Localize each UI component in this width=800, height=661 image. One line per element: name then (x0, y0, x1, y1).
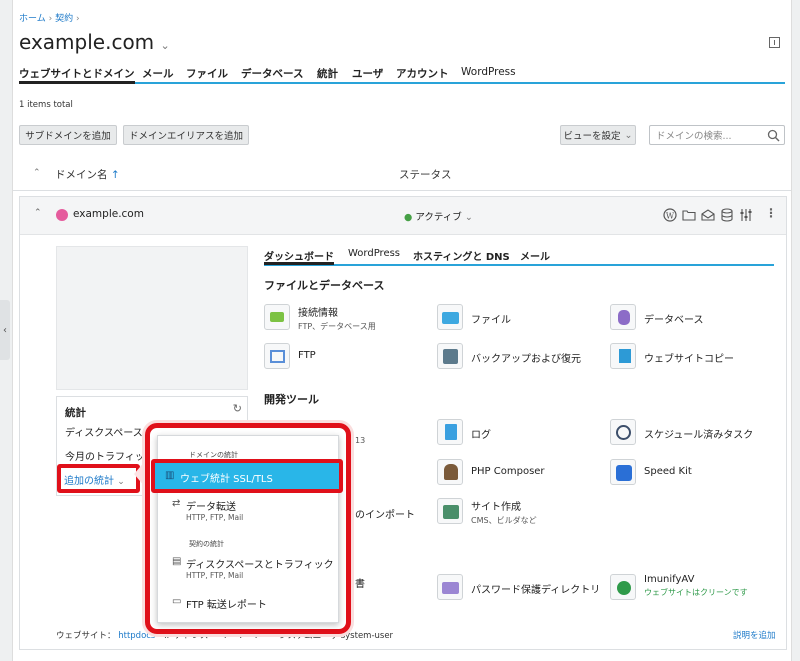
dash-tab-wordpress[interactable]: WordPress (348, 248, 400, 259)
items-total: 1 items total (19, 100, 73, 110)
bar-chart-icon: ▥ (165, 470, 175, 481)
dash-tab-dashboard[interactable]: ダッシュボード (264, 248, 334, 265)
tool-imunifyav[interactable]: ImunifyAV ウェブサイトはクリーンです (610, 574, 748, 604)
ftp-report-icon: ▭ (172, 596, 182, 607)
main-panel: ホーム › 契約 › example.com ⌄ ウェブサイトとドメイン メール… (12, 0, 792, 661)
collapse-all-icon[interactable]: ⌃ (33, 168, 41, 178)
dash-tab-hosting-dns[interactable]: ホスティングと DNS (413, 248, 510, 263)
database-icon (610, 304, 636, 330)
rocket-icon (610, 459, 636, 485)
add-subdomain-button[interactable]: サブドメインを追加 (19, 125, 117, 145)
section-dev-tools: 開発ツール (264, 393, 319, 406)
column-status[interactable]: ステータス (399, 167, 452, 182)
tool-connection-info[interactable]: 接続情報 FTP、データベース用 (264, 304, 376, 334)
locked-folder-icon (437, 574, 463, 600)
stats-dropdown-highlight: ドメインの統計 ▥ ウェブ統計 SSL/TLS ⇄ データ転送 HTTP, FT… (145, 423, 351, 634)
chevron-down-icon: ⌄ (117, 477, 125, 487)
plug-icon (264, 304, 290, 330)
tab-websites-domains[interactable]: ウェブサイトとドメイン (19, 66, 135, 84)
breadcrumb-home[interactable]: ホーム (19, 14, 46, 24)
dash-tab-mail[interactable]: メール (520, 248, 550, 263)
log-icon (437, 419, 463, 445)
chevron-down-icon[interactable]: ⌄ (161, 39, 170, 52)
main-tabs: ウェブサイトとドメイン メール ファイル データベース 統計 ユーザ アカウント… (19, 66, 785, 84)
menu-header-contract-stats: 契約の統計 (189, 540, 224, 548)
database-icon[interactable] (720, 208, 734, 222)
tool-logs[interactable]: ログ (437, 419, 491, 449)
view-settings-button[interactable]: ビューを設定 ⌄ (560, 125, 636, 145)
tool-website-copy[interactable]: ウェブサイトコピー (610, 343, 734, 373)
menu-item-web-stats[interactable]: ▥ ウェブ統計 SSL/TLS (151, 459, 343, 493)
tool-password-directories[interactable]: パスワード保護ディレクトリ (437, 574, 600, 604)
more-actions-icon[interactable]: ⋮ (765, 206, 777, 220)
site-builder-icon (437, 498, 463, 524)
add-description-link[interactable]: 説明を追加 (733, 629, 776, 641)
settings-sliders-icon[interactable] (739, 208, 753, 222)
search-icon[interactable] (767, 129, 780, 142)
chevron-down-icon: ⌄ (624, 129, 633, 141)
chevron-down-icon: ⌄ (464, 212, 473, 223)
tool-speed-kit[interactable]: Speed Kit (610, 459, 692, 489)
chevron-right-icon: › (75, 14, 80, 24)
tool-site-builder[interactable]: サイト作成 CMS、ビルダなど (437, 498, 537, 528)
shield-gear-icon (610, 574, 636, 600)
site-favicon-icon (56, 209, 68, 221)
clock-icon (610, 419, 636, 445)
wordpress-icon[interactable]: W (663, 208, 677, 222)
chevron-left-icon: ‹ (3, 324, 7, 336)
tab-wordpress[interactable]: WordPress (461, 66, 516, 78)
stats-disk: ディスクスペース (65, 428, 143, 439)
domain-row-header: ⌃ example.com ● アクティブ ⌄ W ⋮ (20, 197, 786, 235)
composer-icon (437, 459, 463, 485)
stats-title: 統計 (65, 407, 86, 419)
domain-search-input[interactable]: ドメインの検索... (649, 125, 785, 145)
svg-text:W: W (666, 212, 675, 221)
additional-stats-link[interactable]: 追加の統計 ⌄ (64, 472, 125, 487)
tool-backup[interactable]: バックアップおよび復元 (437, 343, 581, 373)
breadcrumb: ホーム › 契約 › (19, 11, 80, 24)
panel-toggle-icon[interactable] (769, 37, 780, 48)
collapse-icon[interactable]: ⌃ (34, 208, 42, 218)
tool-ftp[interactable]: FTP (264, 343, 316, 373)
tab-account[interactable]: アカウント (396, 66, 449, 81)
certificate-partial: 書 (355, 579, 365, 590)
backup-icon (437, 343, 463, 369)
tool-php-composer[interactable]: PHP Composer (437, 459, 545, 489)
column-domain-name[interactable]: ドメイン名 ↑ (55, 167, 120, 182)
tab-statistics[interactable]: 統計 (317, 66, 338, 81)
sort-arrow-icon: ↑ (110, 169, 120, 181)
status-dot-icon: ● (404, 212, 413, 223)
table-header: ⌃ ドメイン名 ↑ ステータス (13, 160, 791, 190)
status-badge[interactable]: ● アクティブ ⌄ (404, 209, 473, 223)
section-files-databases: ファイルとデータベース (264, 279, 385, 292)
tab-mail[interactable]: メール (142, 66, 174, 81)
php-version-partial: 13 (355, 436, 366, 445)
sidebar-collapse-handle[interactable]: ‹ (0, 300, 10, 360)
disk-icon: ▤ (172, 556, 182, 567)
copy-icon (610, 343, 636, 369)
folder-icon[interactable] (682, 208, 696, 222)
folder-icon (437, 304, 463, 330)
transfer-arrows-icon: ⇄ (172, 498, 181, 509)
tab-databases[interactable]: データベース (241, 66, 303, 81)
import-partial: のインポート (355, 510, 415, 521)
document-root-link[interactable]: httpdocs (118, 631, 155, 641)
additional-stats-highlight: 追加の統計 ⌄ (57, 464, 140, 493)
domain-name[interactable]: example.com (73, 208, 144, 220)
breadcrumb-contract[interactable]: 契約 (55, 14, 73, 24)
ftp-icon (264, 343, 290, 369)
tool-databases[interactable]: データベース (610, 304, 704, 334)
tool-scheduled-tasks[interactable]: スケジュール済みタスク (610, 419, 753, 449)
stats-dropdown-menu: ドメインの統計 ▥ ウェブ統計 SSL/TLS ⇄ データ転送 HTTP, FT… (151, 435, 343, 623)
site-thumbnail[interactable] (56, 246, 248, 390)
tab-files[interactable]: ファイル (186, 66, 228, 81)
refresh-icon[interactable]: ↻ (233, 402, 242, 415)
mail-icon[interactable] (701, 208, 715, 222)
tool-files[interactable]: ファイル (437, 304, 511, 334)
add-alias-button[interactable]: ドメインエイリアスを追加 (123, 125, 249, 145)
tab-users[interactable]: ユーザ (352, 66, 383, 81)
page-title: example.com ⌄ (19, 30, 170, 54)
